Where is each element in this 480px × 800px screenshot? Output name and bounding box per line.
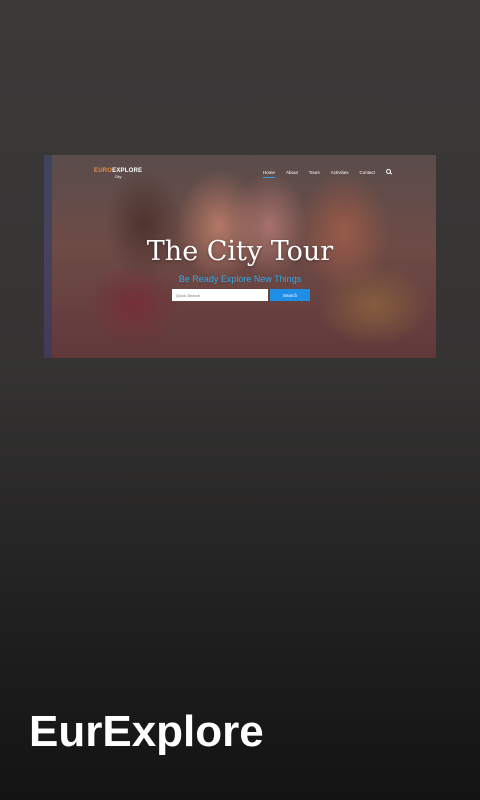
preview-nav-activities[interactable]: Activities [331,170,349,175]
preview-logo-sub: City [114,174,122,179]
app-title: EurExplore [29,707,264,756]
preview-search-button[interactable]: Search [270,289,310,301]
preview-hero-subtitle: Be Ready Explore New Things [178,274,302,284]
preview-nav-tours[interactable]: Tours [309,170,320,175]
preview-logo-accent: EURO [94,168,113,174]
preview-hero-title: The City Tour [146,236,334,267]
preview-search-bar: Search [172,289,310,301]
preview-logo[interactable]: EUROEXPLORE City [94,168,142,179]
preview-nav-about[interactable]: About [286,170,298,175]
website-preview-screenshot[interactable]: EUROEXPLORE City Home About Tours Activi… [44,155,436,358]
search-icon[interactable] [386,169,392,175]
preview-nav: Home About Tours Activities Contact [262,169,392,178]
preview-nav-home[interactable]: Home [262,170,275,178]
preview-nav-contact[interactable]: Contact [359,170,375,175]
preview-search-input[interactable] [172,289,268,301]
